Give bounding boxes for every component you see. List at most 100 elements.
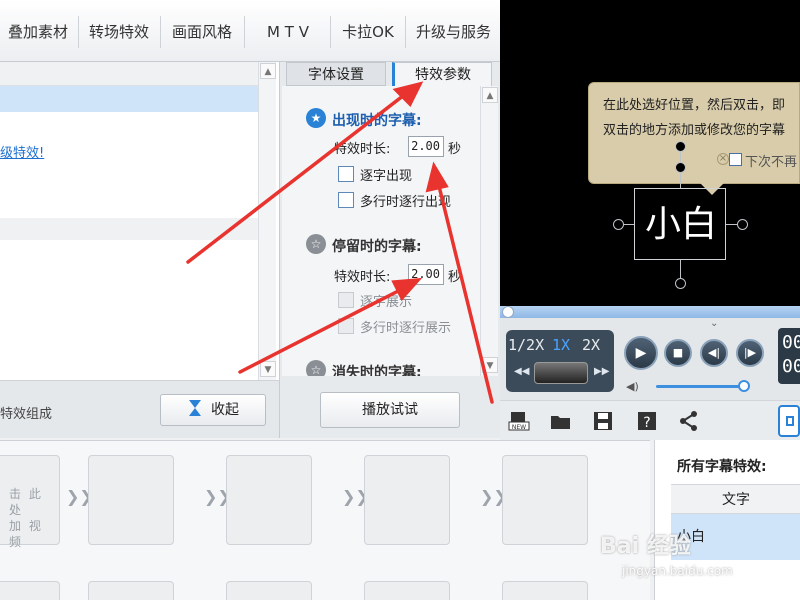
title-text-box[interactable]: 小白 — [634, 188, 726, 260]
resize-handle-top[interactable] — [675, 141, 686, 152]
resize-handle-right[interactable] — [737, 219, 748, 230]
video-slot[interactable] — [226, 455, 312, 545]
tooltip-line-1: 在此处选好位置，然后双击，即 — [603, 98, 786, 113]
tab-upgrade-service[interactable]: 升级与服务 — [407, 16, 500, 48]
video-slot[interactable] — [502, 581, 588, 600]
tab-overlay-material[interactable]: 叠加素材 — [0, 16, 76, 48]
share-icon[interactable] — [678, 410, 700, 432]
scroll-up-icon[interactable]: ▲ — [260, 63, 276, 79]
volume-slider[interactable] — [656, 385, 746, 388]
hint-tooltip: 在此处选好位置，然后双击，即 双击的地方添加或修改您的字幕 下次不再 × — [588, 82, 800, 184]
collapse-button[interactable]: 收起 — [160, 394, 266, 426]
tab-picture-style[interactable]: 画面风格 — [162, 16, 242, 48]
baidu-watermark: Bai 经验 — [600, 534, 691, 559]
new-file-icon[interactable]: NEW — [508, 410, 530, 432]
speed-normal[interactable]: 1X — [552, 336, 570, 354]
stay-char-by-char-checkbox[interactable] — [338, 292, 354, 308]
open-folder-icon[interactable] — [550, 410, 572, 432]
subtitle-list-title: 所有字幕特效: — [677, 459, 767, 475]
tab-separator — [405, 16, 406, 48]
tab-effect-params[interactable]: 特效参数 — [392, 62, 492, 86]
subtitle-list-header[interactable]: 文字 — [671, 484, 800, 514]
video-slot[interactable] — [364, 455, 450, 545]
dont-show-again-checkbox[interactable] — [729, 153, 742, 166]
video-slot[interactable] — [88, 455, 174, 545]
progress-knob[interactable] — [502, 306, 514, 318]
tooltip-line-2: 双击的地方添加或修改您的字幕 — [603, 123, 786, 138]
video-slot[interactable] — [502, 455, 588, 545]
upgrade-link[interactable]: 级特效! — [0, 142, 44, 161]
tab-separator — [330, 16, 331, 48]
disappear-section-title: 消失时的字幕: — [332, 365, 422, 376]
play-icon[interactable]: ▶ — [624, 336, 658, 370]
tab-karaoke[interactable]: 卡拉OK — [332, 16, 404, 48]
video-slot[interactable] — [364, 581, 450, 600]
appear-duration-input[interactable]: 2.00 — [408, 136, 444, 157]
list-header — [0, 62, 258, 86]
stay-char-by-char-label: 逐字展示 — [360, 295, 413, 310]
prev-frame-icon[interactable]: ◀| — [700, 339, 728, 367]
time-bottom: 00 — [782, 356, 800, 377]
resize-handle-top-inner[interactable] — [675, 162, 686, 173]
resize-handle-left[interactable] — [613, 219, 624, 230]
playback-progress-bar[interactable] — [500, 306, 800, 318]
video-slot[interactable] — [226, 581, 312, 600]
list-group-row[interactable] — [0, 218, 258, 240]
settings-panel: 字体设置 特效参数 ★ 出现时的字幕: 特效时长: 2.00 秒 逐字出现 多行… — [280, 62, 500, 438]
video-slot[interactable]: 击 此 处 加 视 频 — [0, 455, 60, 549]
tab-transition-effects[interactable]: 转场特效 — [80, 16, 158, 48]
settings-scrollbar[interactable]: ▲ ▼ — [480, 86, 498, 376]
time-top: 00 — [782, 332, 800, 353]
player-controls: ⌄ 1/2X 1X 2X ◀◀ ▶▶ ▶ ■ ◀| |▶ ◀) 00 00 — [500, 318, 800, 400]
save-icon[interactable] — [592, 410, 614, 432]
stay-duration-unit: 秒 — [448, 270, 462, 285]
appear-section-title: 出现时的字幕: — [332, 113, 422, 129]
volume-knob[interactable] — [738, 380, 750, 392]
chevron-down-icon[interactable]: ⌄ — [710, 318, 724, 329]
handle-line — [680, 260, 681, 280]
video-preview[interactable]: 在此处选好位置，然后双击，即 双击的地方添加或修改您的字幕 下次不再 × 小白 — [500, 0, 800, 306]
speed-double[interactable]: 2X — [582, 336, 600, 354]
list-item-selected[interactable] — [0, 86, 258, 112]
speed-slider-knob[interactable] — [534, 362, 588, 384]
fast-forward-icon[interactable]: ▶▶ — [594, 366, 609, 378]
tab-font-settings[interactable]: 字体设置 — [286, 62, 386, 86]
close-icon[interactable]: × — [717, 153, 729, 165]
chevron-right-icon: ❯❯ — [342, 487, 369, 506]
scroll-down-icon[interactable]: ▼ — [260, 361, 276, 377]
rewind-icon[interactable]: ◀◀ — [514, 366, 529, 378]
add-video-hint-line2: 加 视 频 — [9, 519, 43, 549]
effects-list-panel: 级特效! ▲ ▼ — [0, 62, 280, 380]
tab-separator — [244, 16, 245, 48]
svg-text:NEW: NEW — [512, 424, 526, 431]
appear-duration-label: 特效时长: — [334, 142, 391, 157]
grid-view-button[interactable] — [778, 405, 800, 437]
play-try-button[interactable]: 播放试试 — [320, 392, 460, 428]
volume-icon[interactable]: ◀) — [626, 380, 639, 393]
appear-line-by-line-label: 多行时逐行出现 — [360, 195, 452, 210]
appear-char-by-char-label: 逐字出现 — [360, 169, 413, 184]
tab-mtv[interactable]: M T V — [246, 16, 330, 48]
video-slot[interactable] — [0, 581, 60, 600]
dont-show-again-label: 下次不再 — [745, 155, 798, 170]
svg-text:?: ? — [643, 415, 650, 431]
tooltip-text: 在此处选好位置，然后双击，即 双击的地方添加或修改您的字幕 — [603, 93, 785, 143]
video-slot[interactable] — [88, 581, 174, 600]
appear-line-by-line-checkbox[interactable] — [338, 192, 354, 208]
speed-control: 1/2X 1X 2X ◀◀ ▶▶ — [506, 330, 614, 392]
next-frame-icon[interactable]: |▶ — [736, 339, 764, 367]
stop-icon[interactable]: ■ — [664, 339, 692, 367]
list-scrollbar[interactable]: ▲ ▼ — [258, 62, 276, 380]
time-display: 00 00 — [778, 328, 800, 384]
resize-handle-bottom[interactable] — [675, 278, 686, 289]
stay-line-by-line-checkbox[interactable] — [338, 318, 354, 334]
scroll-down-icon[interactable]: ▼ — [482, 357, 498, 373]
appear-char-by-char-checkbox[interactable] — [338, 166, 354, 182]
title-text: 小白 — [644, 204, 717, 245]
stay-duration-input[interactable]: 2.00 — [408, 264, 444, 285]
help-icon[interactable]: ? — [636, 410, 658, 432]
stay-duration-label: 特效时长: — [334, 270, 391, 285]
speed-half[interactable]: 1/2X — [508, 336, 544, 354]
scroll-up-icon[interactable]: ▲ — [482, 87, 498, 103]
chevron-right-icon: ❯❯ — [204, 487, 231, 506]
